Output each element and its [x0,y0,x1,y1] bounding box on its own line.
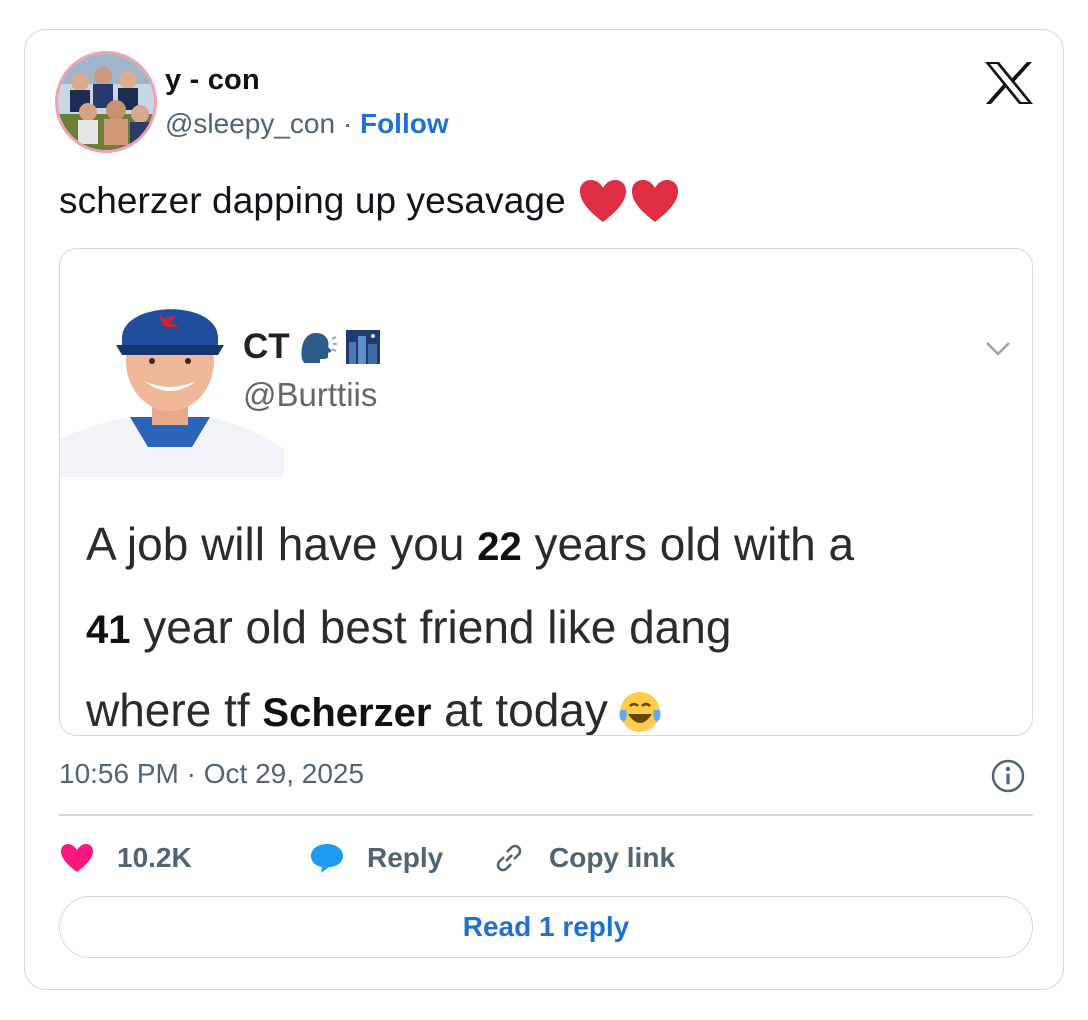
follow-button[interactable]: Follow [360,108,449,139]
copy-link-button[interactable]: Copy link [491,840,675,876]
text-highlight: 41 [86,608,131,652]
chevron-down-icon [986,342,1010,356]
heart-icon [59,842,95,874]
text-segment: A job will have you [86,518,478,570]
action-bar: 10.2K Reply Copy link [59,838,675,878]
text-highlight: 22 [477,525,522,569]
tweet-body: scherzer dapping up yesavage [59,180,566,221]
text-segment: years old with a [521,518,855,570]
reply-button[interactable]: Reply [309,841,491,875]
read-reply-button[interactable]: Read 1 reply [59,896,1033,958]
like-button[interactable]: 10.2K [59,842,309,874]
divider [59,814,1033,816]
like-count: 10.2K [117,842,192,873]
speaking-head-icon [301,333,337,363]
tweet-text: scherzer dapping up yesavage [59,178,680,224]
quoted-tweet-text: A job will have you 22 years old with a … [86,504,1016,736]
author-name[interactable]: y - con [165,64,260,97]
link-icon [491,840,527,876]
reply-bubble-icon [309,841,345,875]
quoted-author-handle: @Burttiis [243,376,378,413]
text-segment: where tf [86,684,263,736]
quoted-tweet-image[interactable]: CT @Burttiis A job will have you 22 year… [59,248,1033,736]
quoted-author-name: CT [243,327,380,367]
info-icon[interactable] [990,758,1026,794]
text-segment: at today [431,684,608,736]
quoted-line: A job will have you 22 years old with a [86,504,1016,587]
tears-of-joy-emoji-icon [616,680,664,735]
author-meta: @sleepy_con · Follow [165,108,449,140]
tweet-embed-card: y - con @sleepy_con · Follow scherzer da… [24,29,1064,990]
quoted-line: where tf Scherzer at today [86,670,1016,736]
quoted-name-text: CT [243,327,290,366]
red-heart-emoji-icon [631,180,678,222]
x-logo-icon[interactable] [983,60,1035,106]
tweet-timestamp[interactable]: 10:56 PM · Oct 29, 2025 [59,758,364,790]
text-highlight: Scherzer [262,691,432,735]
red-heart-emoji-icon [579,180,626,222]
quoted-line: 41 year old best friend like dang [86,587,1016,670]
city-night-icon [345,330,380,364]
author-avatar[interactable] [58,54,154,150]
text-segment: year old best friend like dang [130,601,732,653]
author-handle[interactable]: @sleepy_con [165,108,335,139]
copy-link-label: Copy link [549,842,676,873]
hearts-emoji-group [578,178,680,224]
reply-label: Reply [367,842,444,873]
separator-dot: · [342,108,353,139]
avatar-photo [58,54,154,150]
